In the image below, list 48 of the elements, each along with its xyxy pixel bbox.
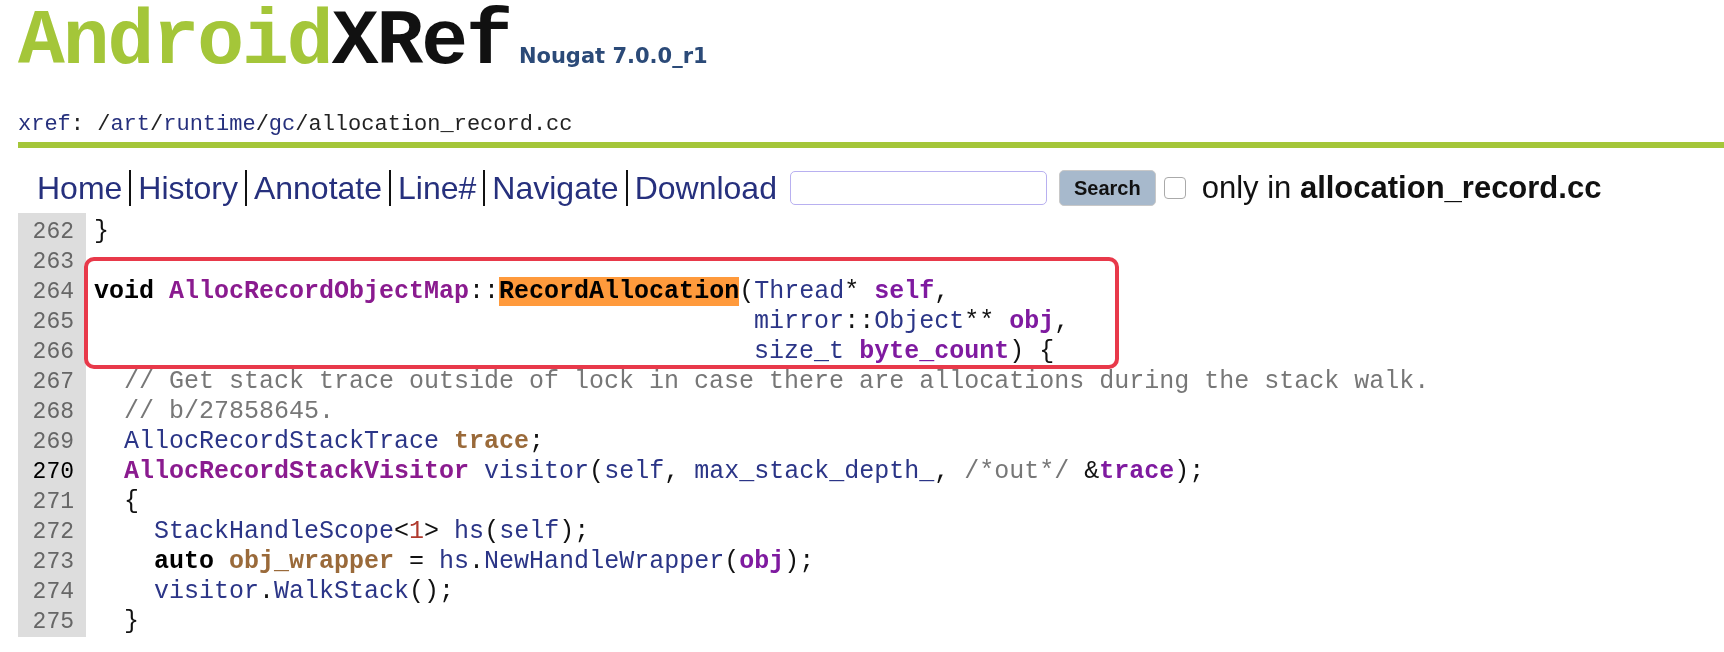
path-text: : / bbox=[70, 112, 111, 138]
nav-link[interactable]: Home bbox=[30, 170, 130, 206]
line-number[interactable]: 268 bbox=[18, 397, 86, 427]
line-number[interactable]: 262 bbox=[18, 217, 86, 247]
nav-link[interactable]: Navigate bbox=[483, 170, 626, 206]
line-number[interactable]: 266 bbox=[18, 337, 86, 367]
line-number[interactable]: 269 bbox=[18, 427, 86, 457]
version-label: Nougat 7.0.0_r1 bbox=[518, 44, 708, 70]
path-text: / bbox=[150, 112, 164, 138]
path-link[interactable]: gc bbox=[268, 112, 296, 138]
line-number[interactable]: 263 bbox=[18, 247, 86, 277]
line-number[interactable]: 272 bbox=[18, 517, 86, 547]
code-line: StackHandleScope<1> hs(self); bbox=[153, 517, 590, 546]
line-number[interactable]: 274 bbox=[18, 577, 86, 607]
code-line: size_t byte_count) { bbox=[753, 337, 1055, 366]
line-number[interactable]: 270 bbox=[18, 457, 86, 487]
nav-link[interactable]: Line# bbox=[389, 170, 484, 206]
code-line: // b/27858645. bbox=[123, 397, 335, 426]
line-number[interactable]: 275 bbox=[18, 607, 86, 637]
code-line: } bbox=[94, 217, 109, 246]
code-line: // Get stack trace outside of lock in case there are allocations during the stack walk. bbox=[123, 367, 1430, 396]
only-in-label: only in allocation_record.cc bbox=[1201, 170, 1602, 206]
line-number[interactable]: 265 bbox=[18, 307, 86, 337]
path-text: / bbox=[295, 112, 309, 138]
path-link[interactable]: xref bbox=[18, 112, 71, 138]
line-number[interactable]: 264 bbox=[18, 277, 86, 307]
code-line: AllocRecordStackVisitor visitor(self, max_stack_depth_, /*out*/ &trace); bbox=[123, 457, 1205, 486]
nav-link[interactable]: Download bbox=[625, 170, 784, 206]
path-text: / bbox=[255, 112, 269, 138]
code-line: } bbox=[123, 607, 139, 636]
nav-link[interactable]: History bbox=[129, 170, 245, 206]
code-line: mirror::Object** obj, bbox=[753, 307, 1070, 336]
code-line: auto obj_wrapper = hs.NewHandleWrapper(obj); bbox=[153, 547, 815, 576]
site-logo[interactable]: AndroidXRef bbox=[18, 2, 511, 82]
code-line: { bbox=[123, 487, 139, 516]
path-link[interactable]: art bbox=[110, 112, 151, 138]
line-number[interactable]: 271 bbox=[18, 487, 86, 517]
code-line: AllocRecordStackTrace trace; bbox=[123, 427, 545, 456]
line-number[interactable]: 273 bbox=[18, 547, 86, 577]
search-field[interactable] bbox=[789, 171, 1047, 205]
path-text: allocation_record.cc bbox=[308, 112, 573, 138]
only-in-checkbox[interactable] bbox=[1163, 177, 1186, 199]
line-number[interactable]: 267 bbox=[18, 367, 86, 397]
code-line: void AllocRecordObjectMap::RecordAllocation(Thread* self, bbox=[94, 277, 950, 306]
path-link[interactable]: runtime bbox=[163, 112, 256, 138]
search-button[interactable]: Search bbox=[1058, 170, 1156, 206]
code-line: visitor.WalkStack(); bbox=[153, 577, 455, 606]
nav-link[interactable]: Annotate bbox=[244, 170, 390, 206]
